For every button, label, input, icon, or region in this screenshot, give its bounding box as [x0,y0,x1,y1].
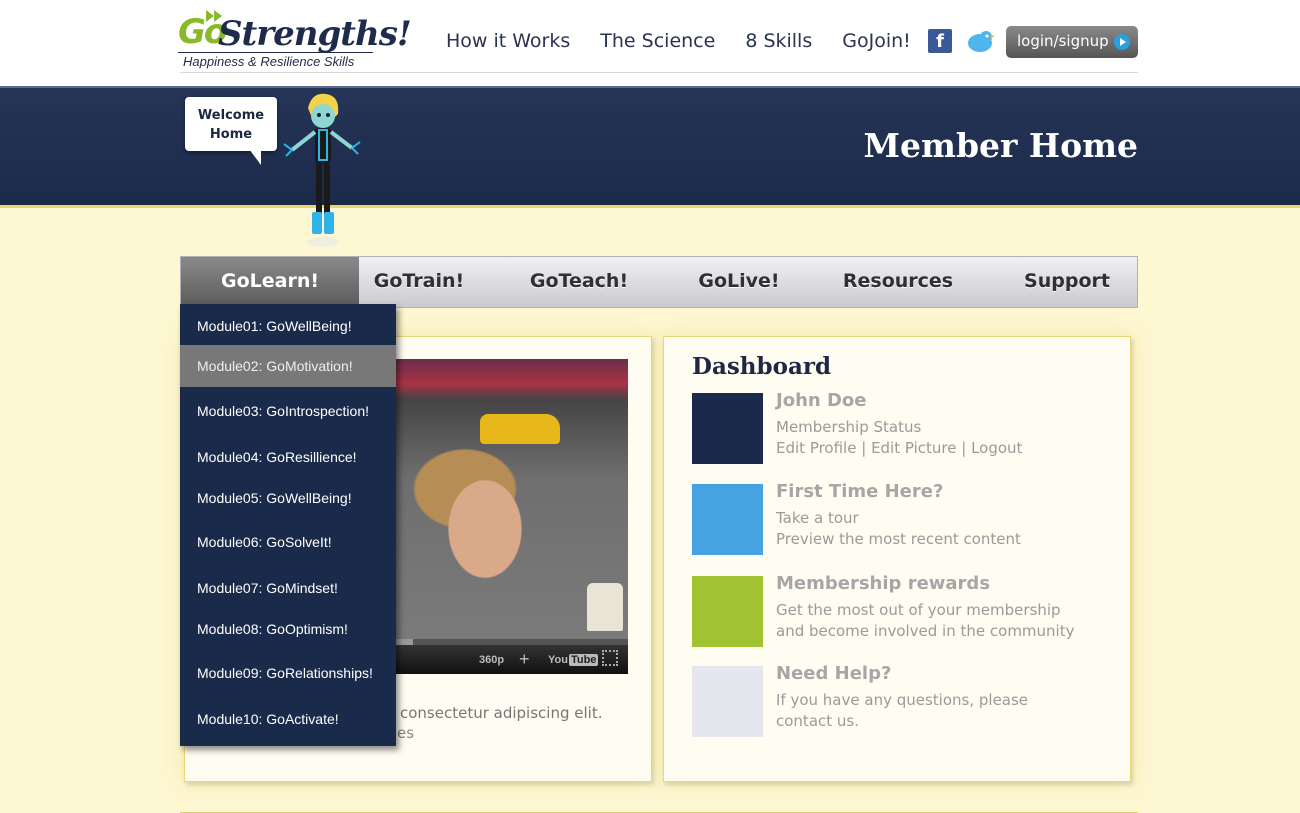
login-signup-button[interactable]: login/signup [1006,26,1138,58]
preview-content-link[interactable]: Preview the most recent content [776,530,1021,548]
rewards-heading: Membership rewards [776,573,991,594]
profile-links: Edit Profile | Edit Picture | Logout [776,439,1022,457]
dashboard-item-help: Need Help? If you have any questions, pl… [692,663,1112,738]
welcome-speech-bubble: Welcome Home [185,97,277,165]
video-description: consectetur adipiscing elit. [400,704,603,722]
nav-the-science[interactable]: The Science [600,30,715,52]
section-tab-bar: GoLearn! GoTrain! GoTeach! GoLive! Resou… [180,256,1138,308]
rewards-line-1: Get the most out of your membership [776,601,1061,619]
tab-goteach[interactable]: GoTeach! [479,257,679,307]
membership-status[interactable]: Membership Status [776,418,921,436]
social-links: f [928,28,996,54]
video-cup [587,583,623,631]
bubble-line-1: Welcome [197,108,265,123]
video-player[interactable]: 360p + You Tube [395,359,628,674]
profile-link-sep-2: | [956,439,972,457]
rewards-line-2: and become involved in the community [776,622,1075,640]
menu-item-module07[interactable]: Module07: GoMindset! [180,567,396,609]
video-taxi [480,414,560,444]
profile-avatar[interactable] [692,393,763,464]
menu-item-module09[interactable]: Module09: GoRelationships! [180,652,396,694]
menu-item-module02[interactable]: Module02: GoMotivation! [180,345,396,387]
youtube-logo-icon[interactable]: You Tube [548,654,599,666]
profile-link-sep-1: | [856,439,872,457]
nav-gojoin[interactable]: GoJoin! [842,30,911,52]
dashboard-item-first-time: First Time Here? Take a tour Preview the… [692,481,1112,556]
help-heading: Need Help? [776,663,892,684]
help-swatch [692,666,763,737]
help-contact-link[interactable]: contact us. [776,712,859,730]
bubble-line-2: Home [209,127,253,142]
logo-underline [178,52,373,53]
first-time-heading: First Time Here? [776,481,944,502]
tab-resources[interactable]: Resources [799,257,997,307]
user-name: John Doe [776,390,867,411]
tab-golearn[interactable]: GoLearn! [181,257,359,307]
first-time-swatch [692,484,763,555]
rewards-swatch [692,576,763,647]
menu-item-module08[interactable]: Module08: GoOptimism! [180,608,396,650]
login-signup-label: login/signup [1017,32,1109,50]
menu-item-module06[interactable]: Module06: GoSolveIt! [180,521,396,563]
video-controls: 360p + You Tube [395,639,628,674]
logo-word: Strengths! [218,14,412,54]
menu-item-module03[interactable]: Module03: GoIntrospection! [180,390,396,432]
take-a-tour-link[interactable]: Take a tour [776,509,859,527]
youtube-logo-tube: Tube [568,654,599,666]
logo-tagline: Happiness & Resilience Skills [183,54,355,69]
facebook-icon[interactable]: f [928,29,952,53]
video-description-2: es [397,724,415,742]
logout-link[interactable]: Logout [971,439,1022,457]
mascot-character-illustration [283,93,361,247]
header-divider [180,72,1138,73]
play-circle-icon [1114,34,1130,50]
main-nav: How it Works The Science 8 Skills GoJoin… [446,30,911,52]
tab-gotrain[interactable]: GoTrain! [359,257,479,307]
menu-item-module04[interactable]: Module04: GoResillience! [180,436,396,478]
page-title: Member Home [863,126,1139,165]
video-progress-bar[interactable] [395,639,628,645]
edit-profile-link[interactable]: Edit Profile [776,439,856,457]
dashboard-title: Dashboard [692,353,832,380]
video-add-icon[interactable]: + [519,649,530,670]
nav-how-it-works[interactable]: How it Works [446,30,570,52]
twitter-bird-icon[interactable] [964,28,996,54]
dashboard-item-rewards: Membership rewards Get the most out of y… [692,573,1112,648]
fullscreen-icon[interactable] [602,650,618,666]
dashboard-item-profile: John Doe Membership Status Edit Profile … [692,390,1112,465]
menu-item-module01[interactable]: Module01: GoWellBeing! [180,305,396,347]
youtube-logo-you: You [548,654,568,666]
gostrengths-logo[interactable]: Go Strengths! Happiness & Resilience Ski… [178,8,412,72]
tab-golive[interactable]: GoLive! [679,257,799,307]
menu-item-module05[interactable]: Module05: GoWellBeing! [180,477,396,519]
video-quality-button[interactable]: 360p [479,654,504,666]
edit-picture-link[interactable]: Edit Picture [871,439,956,457]
tab-support[interactable]: Support [997,257,1137,307]
help-line-1: If you have any questions, please [776,691,1029,709]
menu-item-module10[interactable]: Module10: GoActivate! [180,698,396,740]
golearn-dropdown-menu: Module01: GoWellBeing! Module02: GoMotiv… [180,304,396,746]
nav-8-skills[interactable]: 8 Skills [745,30,812,52]
